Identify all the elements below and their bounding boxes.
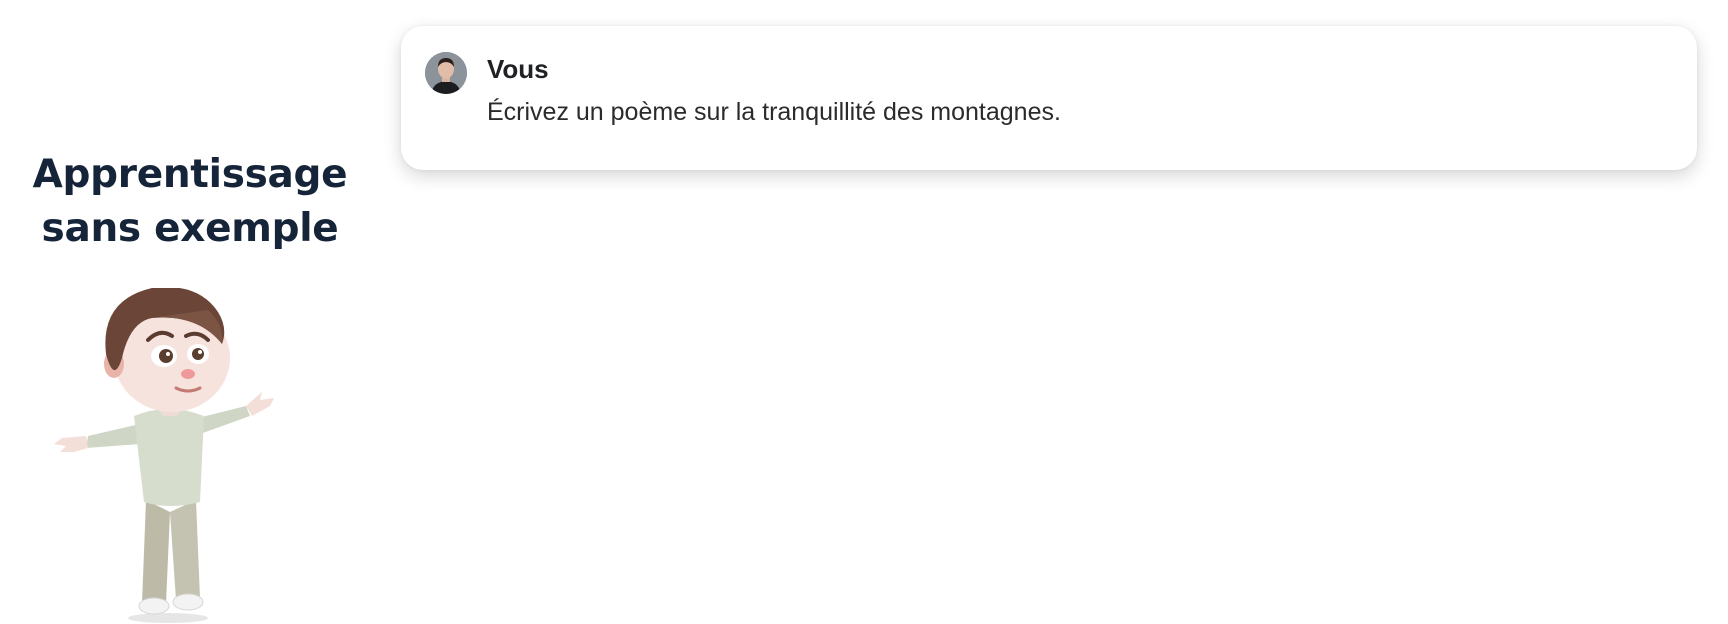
slide-heading-line-2: sans exemple [41, 206, 339, 251]
user-message-card: Vous Écrivez un poème sur la tranquillit… [401, 26, 1697, 170]
sender-name: Vous [487, 54, 549, 84]
slide-heading-line-1: Apprentissage [32, 152, 348, 197]
slide-heading: Apprentissage sans exemple [10, 148, 370, 256]
message-text: Écrivez un poème sur la tranquillité des… [487, 98, 1061, 126]
user-avatar-icon [425, 52, 467, 94]
shrugging-character-illustration [54, 288, 274, 623]
